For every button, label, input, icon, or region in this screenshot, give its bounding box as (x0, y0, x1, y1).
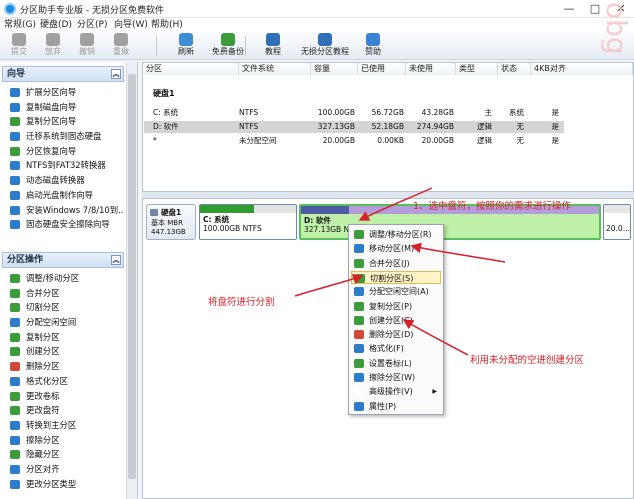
annotation-arrows (294, 187, 506, 356)
arrow-split (294, 274, 364, 297)
annotation-split: 将盘符进行分割 (208, 297, 275, 308)
annotation-step1: 1、选中盘符，按照你的需求进行操作 (413, 201, 572, 212)
watermark: obg (600, 2, 633, 55)
arrow-create (402, 319, 469, 356)
annotation-create: 利用未分配的空进创建分区 (470, 355, 585, 366)
arrow-annotation (410, 242, 506, 263)
